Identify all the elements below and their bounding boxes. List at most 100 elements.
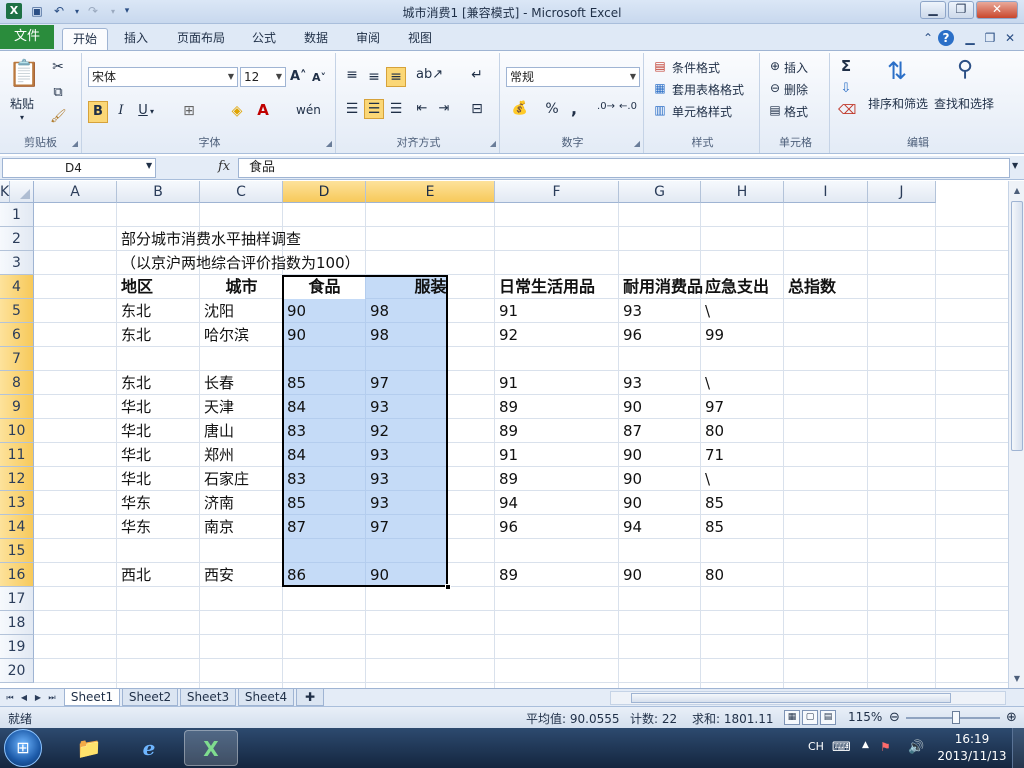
table-cell-clothing[interactable]: 93	[366, 443, 495, 467]
cell-styles-icon[interactable]: ▥	[652, 103, 668, 117]
formula-input[interactable]: 食品	[238, 158, 1010, 178]
ie-icon[interactable]: e	[122, 730, 176, 766]
table-cell-food[interactable]: 83	[283, 419, 366, 443]
column-header-g[interactable]: G	[619, 181, 701, 203]
delete-cells-icon[interactable]: ⊖	[768, 81, 782, 95]
table-cell-region[interactable]: 东北	[117, 371, 200, 395]
orientation-icon[interactable]: ab↗	[416, 67, 443, 82]
table-cell-emergency[interactable]: 99	[701, 323, 784, 347]
table-cell-region[interactable]: 东北	[117, 323, 200, 347]
column-header-h[interactable]: H	[701, 181, 784, 203]
zoom-slider-thumb[interactable]	[952, 711, 960, 724]
table-cell-food[interactable]: 84	[283, 443, 366, 467]
table-cell-food[interactable]: 86	[283, 563, 366, 587]
table-cell-emergency[interactable]: \	[701, 299, 784, 323]
binoculars-icon[interactable]: ⚲	[948, 57, 982, 91]
table-cell-city[interactable]: 郑州	[200, 443, 283, 467]
header-cell[interactable]: 总指数	[784, 275, 868, 299]
table-cell-food[interactable]: 90	[283, 299, 366, 323]
workbook-restore-icon[interactable]: ❐	[982, 30, 998, 46]
table-cell-clothing[interactable]: 93	[366, 491, 495, 515]
increase-decimal-icon[interactable]: .0→	[596, 101, 616, 112]
paste-button[interactable]: 粘贴	[10, 95, 34, 112]
column-header-i[interactable]: I	[784, 181, 868, 203]
table-cell-city[interactable]: 长春	[200, 371, 283, 395]
insert-sheet-icon[interactable]: ✚	[296, 689, 324, 706]
minimize-ribbon-icon[interactable]: ⌃	[920, 30, 936, 46]
number-format-combo[interactable]: 常规 ▼	[506, 67, 640, 87]
close-button[interactable]: ✕	[976, 1, 1018, 19]
row-header-16[interactable]: 16	[0, 563, 34, 587]
excel-taskbar-icon[interactable]: X	[184, 730, 238, 766]
paste-dropdown-icon[interactable]: ▾	[20, 113, 24, 122]
minimize-button[interactable]: ▁	[920, 1, 946, 19]
font-name-combo[interactable]: 宋体 ▼	[88, 67, 238, 87]
underline-dropdown-icon[interactable]: ▾	[150, 107, 154, 116]
grow-font-icon[interactable]: A˄	[290, 69, 307, 84]
table-cell-clothing[interactable]: 97	[366, 515, 495, 539]
sheet-tab-1[interactable]: Sheet1	[64, 689, 120, 706]
row-header-5[interactable]: 5	[0, 299, 34, 323]
sheet-tab-4[interactable]: Sheet4	[238, 689, 294, 706]
table-cell-emergency[interactable]: 80	[701, 563, 784, 587]
row-header-7[interactable]: 7	[0, 347, 34, 371]
page-layout-view-icon[interactable]: ▢	[802, 710, 818, 725]
column-header-f[interactable]: F	[495, 181, 619, 203]
horizontal-scrollbar[interactable]	[610, 691, 1006, 705]
table-cell-clothing[interactable]: 92	[366, 419, 495, 443]
table-cell-daily[interactable]: 89	[495, 419, 619, 443]
scroll-down-icon[interactable]: ▼	[1009, 671, 1024, 687]
tab-formulas[interactable]: 公式	[244, 28, 284, 50]
insert-cells-icon[interactable]: ⊕	[768, 59, 782, 73]
italic-button[interactable]: I	[114, 103, 128, 118]
phonetic-icon[interactable]: wén	[296, 103, 321, 117]
start-button[interactable]: ⊞	[4, 729, 42, 767]
row-header-4[interactable]: 4	[0, 275, 34, 299]
column-header-e[interactable]: E	[366, 181, 495, 203]
table-cell-durable[interactable]: 90	[619, 467, 701, 491]
tab-insert[interactable]: 插入	[114, 28, 158, 50]
table-cell-durable[interactable]: 90	[619, 395, 701, 419]
header-cell[interactable]: 服装	[366, 275, 495, 299]
comma-button[interactable]: ,	[566, 99, 582, 118]
horizontal-scroll-thumb[interactable]	[631, 693, 951, 703]
explorer-icon[interactable]: 📁	[62, 730, 116, 766]
tray-expand-icon[interactable]: ▲	[862, 740, 869, 750]
table-cell-city[interactable]: 沈阳	[200, 299, 283, 323]
vertical-scrollbar[interactable]: ▲ ▼	[1008, 181, 1024, 688]
table-cell-daily[interactable]: 89	[495, 563, 619, 587]
align-top-icon[interactable]: ≡	[344, 67, 360, 83]
decrease-decimal-icon[interactable]: ←.0	[618, 101, 638, 112]
table-format-button[interactable]: 套用表格格式	[672, 81, 744, 98]
table-cell-emergency[interactable]: 85	[701, 491, 784, 515]
format-cells-button[interactable]: 格式	[784, 103, 808, 120]
row-header-3[interactable]: 3	[0, 251, 34, 275]
row-header-13[interactable]: 13	[0, 491, 34, 515]
shrink-font-icon[interactable]: A˅	[312, 71, 326, 84]
name-box-dropdown-icon[interactable]: ▼	[146, 161, 152, 170]
table-cell-city[interactable]: 天津	[200, 395, 283, 419]
row-header-19[interactable]: 19	[0, 635, 34, 659]
ime-indicator[interactable]: CH	[808, 740, 824, 753]
insert-cells-button[interactable]: 插入	[784, 59, 808, 76]
column-header-j[interactable]: J	[868, 181, 936, 203]
table-cell-region[interactable]: 华东	[117, 491, 200, 515]
font-color-icon[interactable]: A	[254, 101, 272, 119]
tab-home[interactable]: 开始	[62, 28, 108, 50]
table-cell-daily[interactable]: 89	[495, 467, 619, 491]
alignment-launcher-icon[interactable]: ◢	[490, 139, 496, 148]
table-cell-clothing[interactable]: 98	[366, 323, 495, 347]
table-cell-daily[interactable]: 91	[495, 371, 619, 395]
table-cell-region[interactable]: 华北	[117, 443, 200, 467]
align-bottom-icon[interactable]: ≡	[386, 67, 406, 87]
table-cell-durable[interactable]: 90	[619, 491, 701, 515]
table-cell-emergency[interactable]: 85	[701, 515, 784, 539]
column-header-k[interactable]: K	[0, 181, 11, 203]
header-cell[interactable]: 日常生活用品	[495, 275, 619, 299]
table-cell-region[interactable]: 华北	[117, 395, 200, 419]
table-cell-durable[interactable]: 90	[619, 563, 701, 587]
column-header-d[interactable]: D	[283, 181, 366, 203]
action-center-icon[interactable]: ⚑	[880, 740, 891, 754]
zoom-level[interactable]: 115%	[848, 710, 882, 724]
align-right-icon[interactable]: ☰	[388, 101, 404, 117]
